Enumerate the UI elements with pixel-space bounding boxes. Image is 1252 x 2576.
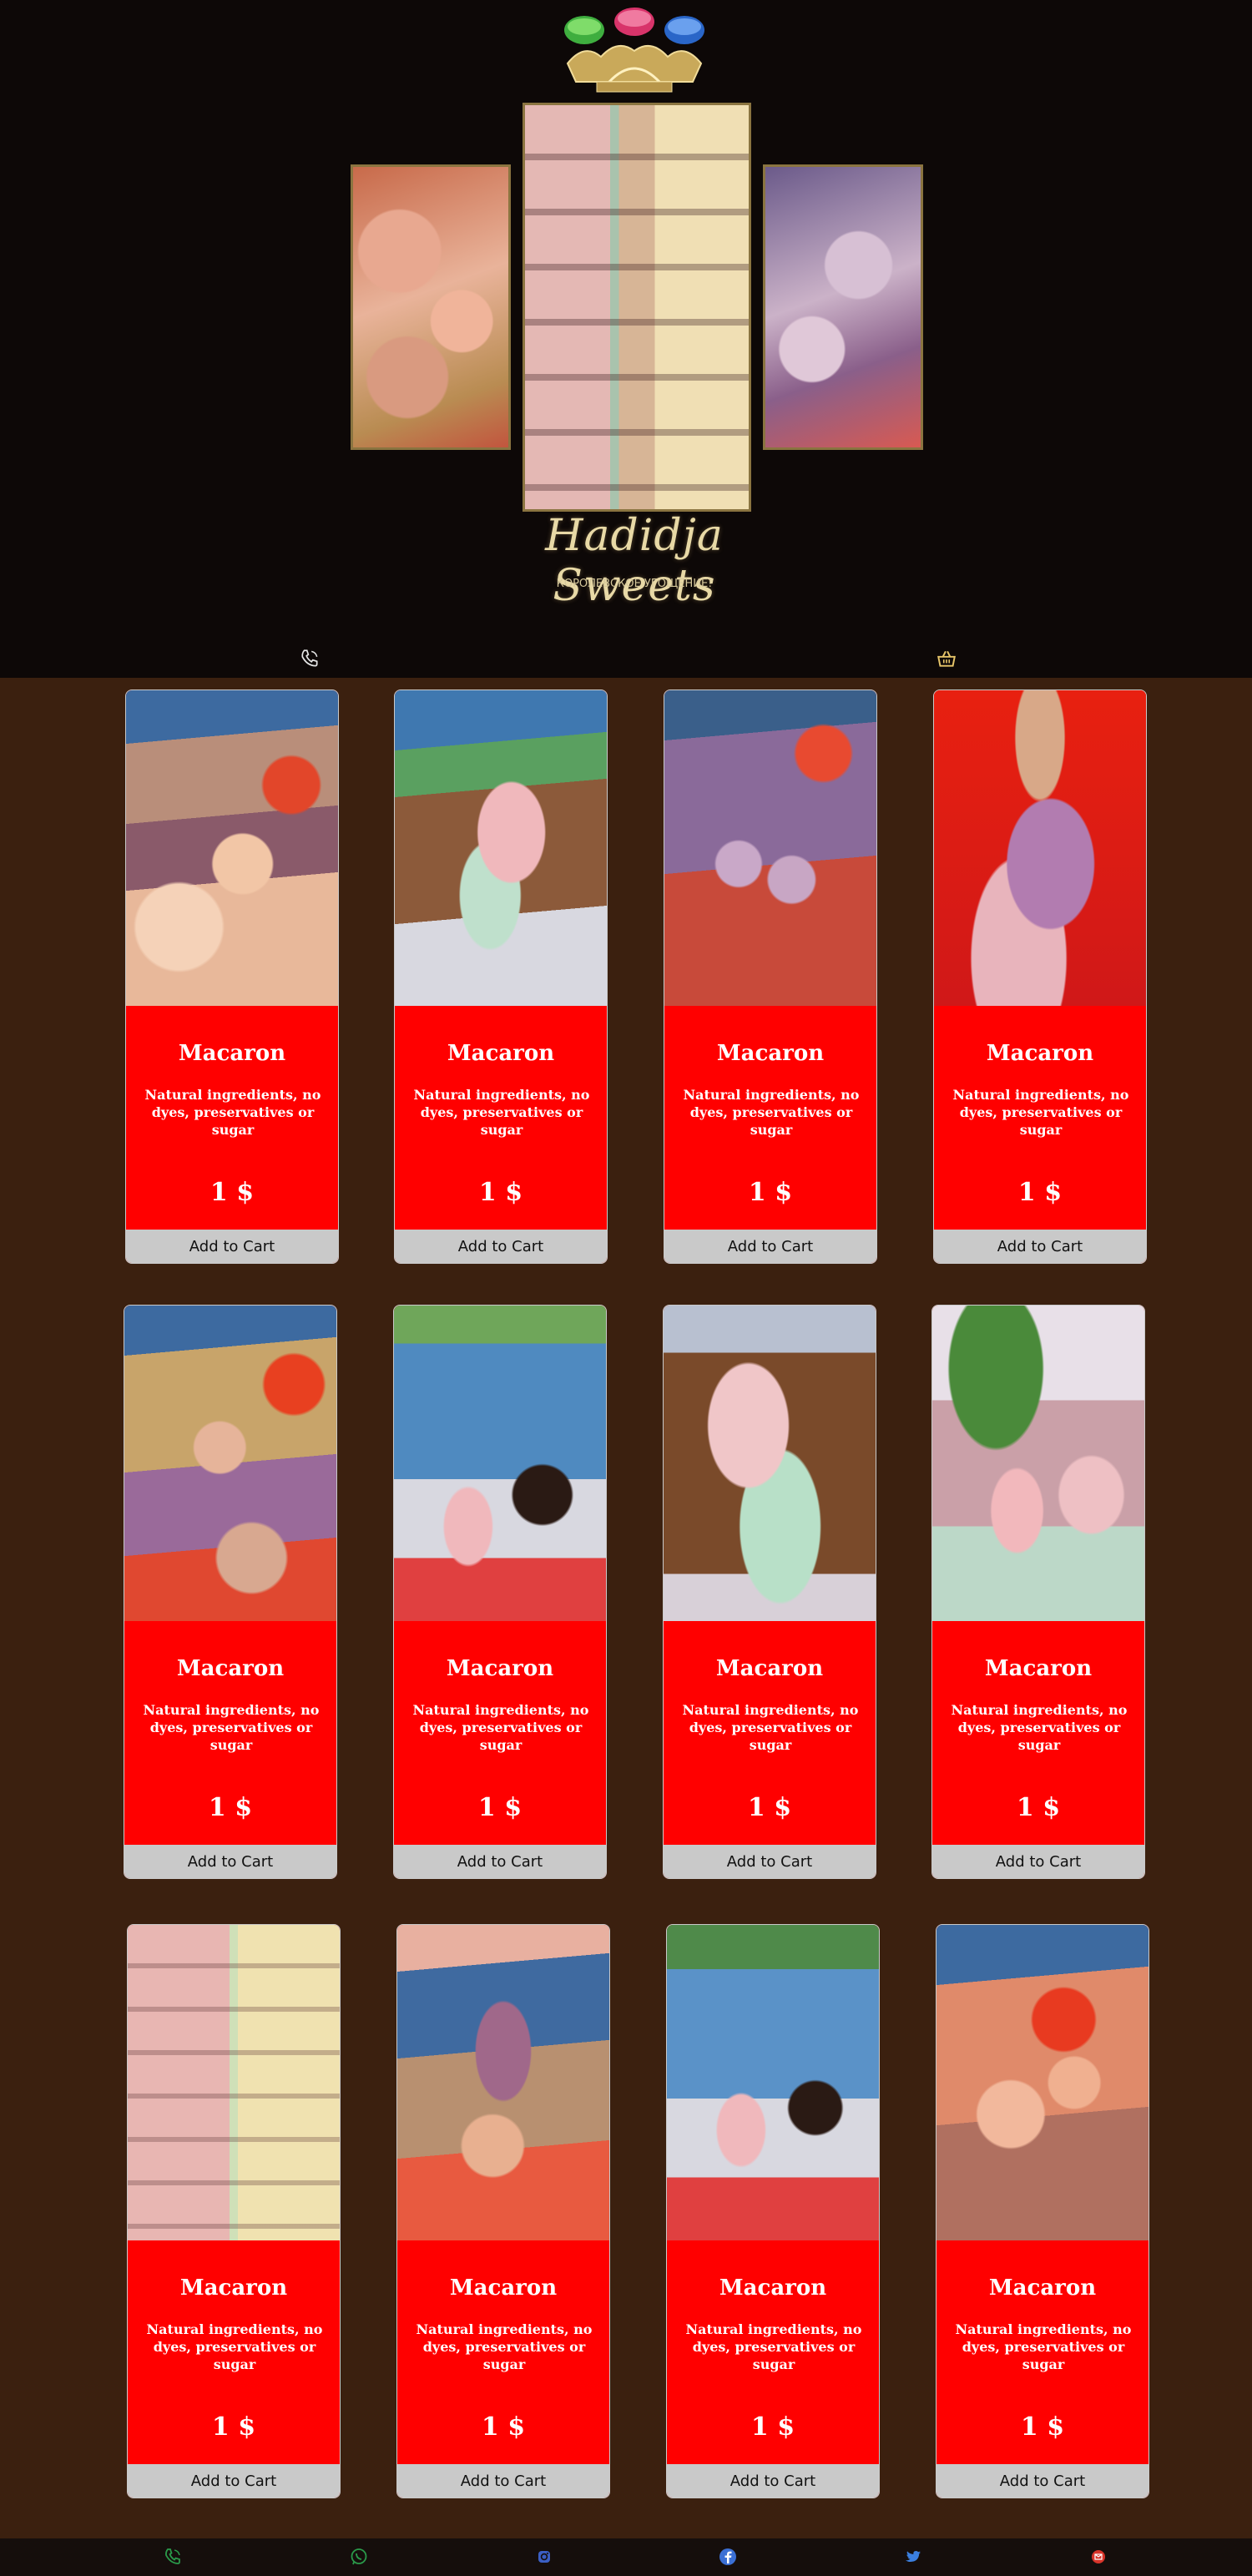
- phone-icon[interactable]: [299, 648, 321, 669]
- product-card[interactable]: Macaron Natural ingredients, no dyes, pre…: [931, 1305, 1145, 1879]
- product-description: Natural ingredients, no dyes, preservati…: [955, 2321, 1132, 2372]
- product-image[interactable]: [128, 1925, 340, 2240]
- product-image[interactable]: [394, 1306, 606, 1621]
- product-card[interactable]: Macaron Natural ingredients, no dyes, pre…: [666, 1924, 880, 2498]
- product-description: Natural ingredients, no dyes, preservati…: [683, 1087, 860, 1138]
- product-title: Macaron: [176, 1656, 285, 1681]
- product-price: 1 $: [211, 2412, 256, 2442]
- add-to-cart-button[interactable]: Add to Cart: [126, 1230, 338, 1263]
- add-to-cart-button[interactable]: Add to Cart: [667, 2464, 879, 2498]
- product-price: 1 $: [210, 1178, 255, 1207]
- facebook-icon[interactable]: [718, 2547, 738, 2567]
- product-price: 1 $: [208, 1793, 253, 1822]
- product-image[interactable]: [667, 1925, 879, 2240]
- product-description: Natural ingredients, no dyes, preservati…: [143, 1702, 320, 1753]
- product-card[interactable]: Macaron Natural ingredients, no dyes, pre…: [936, 1924, 1149, 2498]
- hero-photo-center: [523, 103, 751, 512]
- product-image[interactable]: [936, 1925, 1149, 2240]
- add-to-cart-button[interactable]: Add to Cart: [932, 1845, 1144, 1878]
- product-description: Natural ingredients, no dyes, preservati…: [413, 1087, 590, 1138]
- product-card[interactable]: Macaron Natural ingredients, no dyes, pre…: [394, 689, 608, 1264]
- product-image[interactable]: [934, 690, 1146, 1006]
- product-card[interactable]: Macaron Natural ingredients, no dyes, pre…: [125, 689, 339, 1264]
- add-to-cart-button[interactable]: Add to Cart: [936, 2464, 1149, 2498]
- product-image[interactable]: [395, 690, 607, 1006]
- product-title: Macaron: [716, 1041, 825, 1066]
- product-image[interactable]: [664, 690, 876, 1006]
- product-price: 1 $: [1017, 1178, 1063, 1207]
- product-image[interactable]: [664, 1306, 876, 1621]
- product-description: Natural ingredients, no dyes, preservati…: [685, 2321, 862, 2372]
- product-image[interactable]: [397, 1925, 609, 2240]
- product-card[interactable]: Macaron Natural ingredients, no dyes, pre…: [663, 1305, 876, 1879]
- product-title: Macaron: [178, 1041, 286, 1066]
- brand-logo-text: Hadidja Sweets: [545, 511, 724, 611]
- product-card[interactable]: Macaron Natural ingredients, no dyes, pre…: [396, 1924, 610, 2498]
- mail-icon[interactable]: [1088, 2547, 1108, 2567]
- add-to-cart-button[interactable]: Add to Cart: [128, 2464, 340, 2498]
- brand-tagline: КОРОЛЕВСКОЕ УГОЩЕНИЕ!: [556, 578, 713, 590]
- site-header: Hadidja Sweets КОРОЛЕВСКОЕ УГОЩЕНИЕ!: [0, 0, 1252, 678]
- product-title: Macaron: [447, 1041, 555, 1066]
- product-description: Natural ingredients, no dyes, preservati…: [951, 1702, 1128, 1753]
- product-card[interactable]: Macaron Natural ingredients, no dyes, pre…: [933, 689, 1147, 1264]
- product-card[interactable]: Macaron Natural ingredients, no dyes, pre…: [124, 1305, 337, 1879]
- product-title: Macaron: [984, 1656, 1093, 1681]
- product-description: Natural ingredients, no dyes, preservati…: [144, 1087, 321, 1138]
- product-price: 1 $: [477, 1793, 523, 1822]
- hero-photo-left: [351, 164, 511, 450]
- basket-icon[interactable]: [936, 648, 957, 669]
- add-to-cart-button[interactable]: Add to Cart: [664, 1230, 876, 1263]
- product-description: Natural ingredients, no dyes, preservati…: [682, 1702, 859, 1753]
- site-footer: [0, 2538, 1252, 2576]
- product-title: Macaron: [988, 2275, 1097, 2301]
- product-price: 1 $: [1020, 2412, 1065, 2442]
- hero-photo-right: [763, 164, 923, 450]
- crown-logo-icon: [564, 8, 704, 93]
- product-title: Macaron: [986, 1041, 1094, 1066]
- product-description: Natural ingredients, no dyes, preservati…: [146, 2321, 323, 2372]
- add-to-cart-button[interactable]: Add to Cart: [124, 1845, 336, 1878]
- product-card[interactable]: Macaron Natural ingredients, no dyes, pre…: [664, 689, 877, 1264]
- product-description: Natural ingredients, no dyes, preservati…: [412, 1702, 589, 1753]
- add-to-cart-button[interactable]: Add to Cart: [664, 1845, 876, 1878]
- product-description: Natural ingredients, no dyes, preservati…: [952, 1087, 1129, 1138]
- product-title: Macaron: [449, 2275, 558, 2301]
- product-price: 1 $: [478, 1178, 523, 1207]
- add-to-cart-button[interactable]: Add to Cart: [934, 1230, 1146, 1263]
- product-title: Macaron: [179, 2275, 288, 2301]
- product-title: Macaron: [719, 2275, 827, 2301]
- product-description: Natural ingredients, no dyes, preservati…: [416, 2321, 593, 2372]
- add-to-cart-button[interactable]: Add to Cart: [397, 2464, 609, 2498]
- product-price: 1 $: [481, 2412, 526, 2442]
- product-title: Macaron: [715, 1656, 824, 1681]
- product-image[interactable]: [932, 1306, 1144, 1621]
- product-price: 1 $: [747, 1793, 792, 1822]
- product-image[interactable]: [126, 690, 338, 1006]
- product-image[interactable]: [124, 1306, 336, 1621]
- instagram-icon[interactable]: [534, 2547, 554, 2567]
- twitter-icon[interactable]: [903, 2547, 923, 2567]
- add-to-cart-button[interactable]: Add to Cart: [395, 1230, 607, 1263]
- add-to-cart-button[interactable]: Add to Cart: [394, 1845, 606, 1878]
- product-card[interactable]: Macaron Natural ingredients, no dyes, pre…: [393, 1305, 607, 1879]
- product-price: 1 $: [1016, 1793, 1061, 1822]
- product-title: Macaron: [446, 1656, 554, 1681]
- product-card[interactable]: Macaron Natural ingredients, no dyes, pre…: [127, 1924, 341, 2498]
- whatsapp-icon[interactable]: [349, 2547, 369, 2567]
- product-price: 1 $: [748, 1178, 793, 1207]
- product-price: 1 $: [750, 2412, 795, 2442]
- phone-icon[interactable]: [163, 2547, 183, 2567]
